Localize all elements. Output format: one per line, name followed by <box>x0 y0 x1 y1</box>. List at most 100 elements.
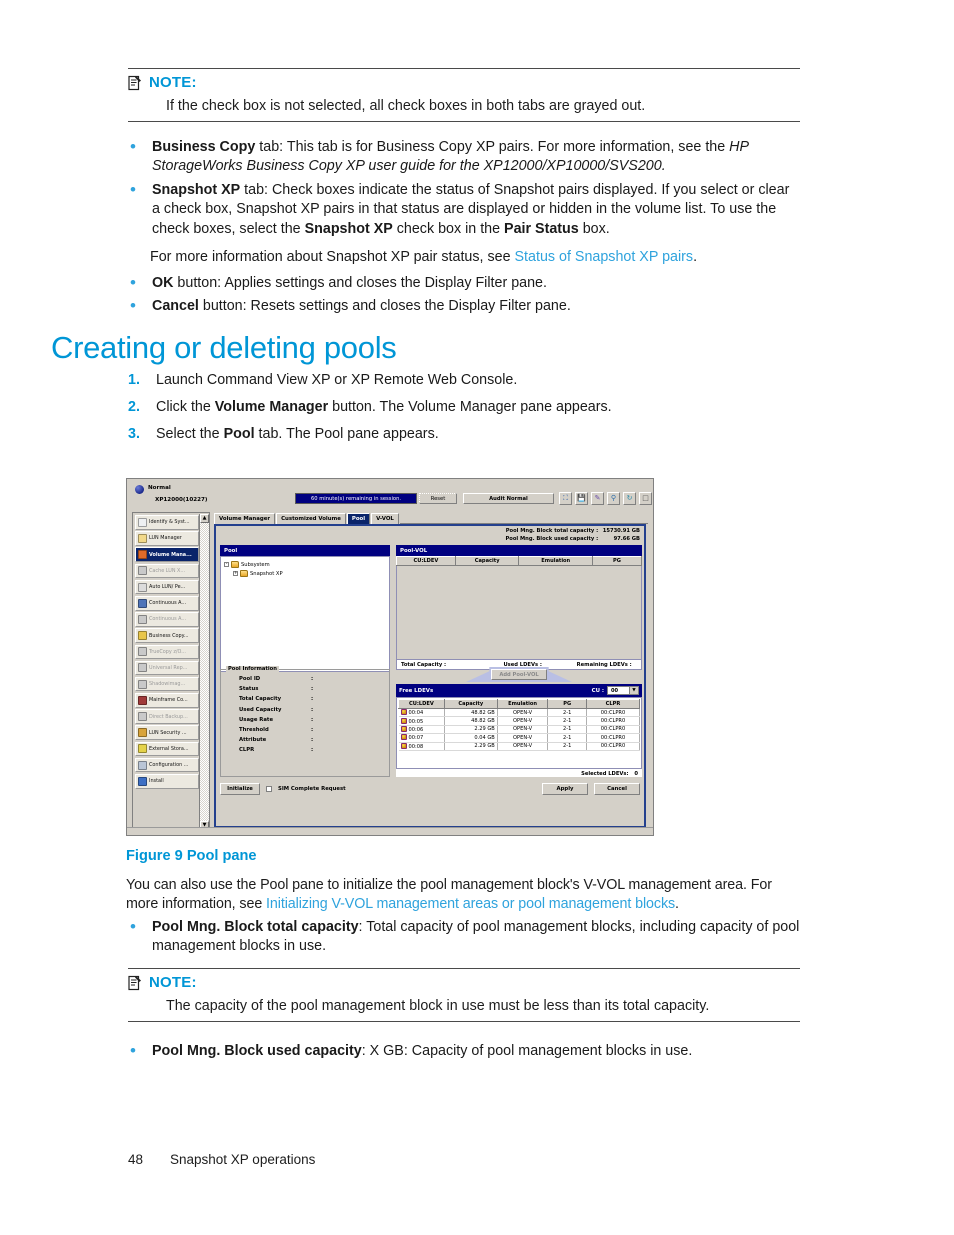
bullet-text: Business Copy tab: This tab is for Busin… <box>152 138 800 176</box>
poolvol-table-body[interactable] <box>396 566 642 659</box>
mainframe-icon <box>138 695 147 705</box>
bullet-rest-2: check box in the <box>392 220 505 237</box>
sidebar-item-list: Identify & Syst... LUN Manager Volume Mana… <box>135 515 199 790</box>
cell-ldev: 00:05 <box>408 718 424 725</box>
tab-customized-volume[interactable]: Customized Volume <box>276 513 346 524</box>
column-header-emulation[interactable]: Emulation <box>518 556 593 566</box>
link-status-of-snapshot-xp-pairs[interactable]: Status of Snapshot XP pairs <box>515 249 694 265</box>
cell-ldev: 00:06 <box>408 726 424 733</box>
step-number: 2. <box>128 399 140 415</box>
column-header-emulation[interactable]: Emulation <box>496 699 549 709</box>
cell-ldev: 00:08 <box>408 743 424 750</box>
table-row[interactable]: 00:07 0.04 GB OPEN-V 2-1 00:CLPR0 <box>398 733 641 743</box>
cell-emulation: OPEN-V <box>497 733 549 743</box>
sidebar-item-label: Continuous A... <box>149 616 187 623</box>
bullet-bold-pair-status: Pair Status <box>504 220 579 237</box>
page-title: Creating or deleting pools <box>51 330 397 365</box>
tab-volume-manager[interactable]: Volume Manager <box>214 513 276 524</box>
pool-info-row-6: Attribute: <box>226 737 384 743</box>
key-icon[interactable]: ✎ <box>591 492 604 505</box>
tab-pool[interactable]: Pool <box>346 513 371 524</box>
column-header-pg[interactable]: PG <box>591 556 643 566</box>
cu-dropdown[interactable]: 00 ▼ <box>607 686 639 695</box>
cancel-button[interactable]: Cancel <box>594 783 640 795</box>
column-header-capacity[interactable]: Capacity <box>454 556 520 566</box>
table-row[interactable]: 00:04 48.82 GB OPEN-V 2-1 00:CLPR0 <box>398 708 641 718</box>
undo-icon[interactable]: ↻ <box>623 492 636 505</box>
configuration-icon <box>138 760 147 770</box>
cell-emulation: OPEN-V <box>497 742 549 751</box>
add-poolvol-button[interactable]: Add Pool-VOL <box>491 669 547 680</box>
sidebar-item-7[interactable]: Business Copy... <box>135 628 199 643</box>
preview-icon[interactable]: ⚲ <box>607 492 620 505</box>
sidebar-item-11[interactable]: Mainframe Co... <box>135 693 199 708</box>
column-header-cu-ldev[interactable]: CU:LDEV <box>398 699 445 709</box>
add-poolvol-area: Add Pool-VOL <box>396 666 642 683</box>
cell-cu-ldev: 00:07 <box>398 733 445 743</box>
exit-icon[interactable]: □ <box>639 492 652 505</box>
reset-button[interactable]: Reset <box>419 493 457 504</box>
tree-node-label: Subsystem <box>241 561 270 568</box>
cell-emulation: OPEN-V <box>497 725 549 735</box>
step-bold: Volume Manager <box>214 399 329 415</box>
numbered-steps: 1. Launch Command View XP or XP Remote W… <box>128 372 800 453</box>
sidebar-item-16[interactable]: Install <box>135 774 199 789</box>
sidebar-item-4[interactable]: Auto LUN/ Pe... <box>135 579 199 595</box>
column-header-cu-ldev[interactable]: CU:LDEV <box>396 556 456 566</box>
business-copy-icon <box>138 631 147 641</box>
sidebar-scrollbar[interactable]: ▲ ▼ <box>199 514 209 830</box>
save-icon[interactable]: 💾 <box>575 492 588 505</box>
refresh-icon[interactable]: ⛶ <box>559 492 572 505</box>
apply-button[interactable]: Apply <box>542 783 588 795</box>
app-sidebar: Identify & Syst... LUN Manager Volume Mana… <box>132 512 210 830</box>
bullet-text: Pool Mng. Block used capacity: X GB: Cap… <box>152 1042 800 1061</box>
tree-node-0[interactable]: - Subsystem <box>224 561 386 568</box>
column-header-clpr[interactable]: CLPR <box>585 699 641 709</box>
expand-icon[interactable]: + <box>233 571 238 576</box>
cell-clpr: 00:CLPR0 <box>586 708 641 718</box>
ldev-volume-icon <box>400 725 407 732</box>
tab-v-vol[interactable]: V-VOL <box>371 513 399 524</box>
column-header-pg[interactable]: PG <box>547 699 587 709</box>
free-ldevs-table-wrap[interactable]: CU:LDEV Capacity Emulation PG CLPR 00:04 48.8… <box>396 697 642 769</box>
capacity-summary: Pool Mng. Block total capacity : 15730.9… <box>505 528 640 544</box>
pool-info-colon: : <box>311 706 314 713</box>
subsystem-label: XP12000(10227) <box>155 497 208 503</box>
sidebar-item-5[interactable]: Continuous A... <box>135 595 199 611</box>
pool-info-row-0: Pool ID: <box>226 676 384 682</box>
cell-clpr: 00:CLPR0 <box>586 716 641 726</box>
pool-mng-total-capacity-label: Pool Mng. Block total capacity : <box>505 528 599 534</box>
scrollbar-track[interactable] <box>200 523 209 821</box>
sidebar-item-1[interactable]: LUN Manager <box>135 531 199 546</box>
sub-para-text: For more information about Snapshot XP p… <box>150 248 515 265</box>
sim-complete-request-checkbox[interactable] <box>266 786 272 792</box>
column-header-capacity[interactable]: Capacity <box>443 699 498 709</box>
initialize-row: Initialize SIM Complete Request <box>220 783 390 795</box>
step-3: 3. Select the Pool tab. The Pool pane ap… <box>128 426 800 442</box>
sidebar-item-14[interactable]: External Stora... <box>135 741 199 757</box>
sidebar-item-13[interactable]: LUN Security ... <box>135 725 199 741</box>
collapse-icon[interactable]: - <box>224 562 229 567</box>
continuous-access-icon <box>138 598 147 608</box>
link-initializing-vvol-management-areas[interactable]: Initializing V-VOL management areas or p… <box>266 896 675 912</box>
figure-caption: Figure 9 Pool pane <box>126 848 257 864</box>
table-row[interactable]: 00:08 2.29 GB OPEN-V 2-1 00:CLPR0 <box>398 742 641 751</box>
chevron-down-icon[interactable]: ▼ <box>629 687 638 694</box>
sidebar-item-0[interactable]: Identify & Syst... <box>135 515 199 530</box>
cell-pg: 2-1 <box>547 725 587 735</box>
pool-info-row-1: Status: <box>226 686 384 692</box>
sidebar-item-label: External Stora... <box>149 745 189 752</box>
initialize-button[interactable]: Initialize <box>220 783 260 795</box>
pool-tree[interactable]: - Subsystem + Snapshot XP <box>220 556 390 672</box>
table-row[interactable]: 00:06 2.29 GB OPEN-V 2-1 00:CLPR0 <box>398 725 641 735</box>
pool-mng-total-capacity-row: Pool Mng. Block total capacity : 15730.9… <box>505 528 640 536</box>
window-horizontal-scrollbar[interactable] <box>127 827 653 835</box>
sidebar-item-8: TrueCopy z/O... <box>135 644 199 660</box>
sidebar-item-15[interactable]: Configuration ... <box>135 757 199 773</box>
table-row[interactable]: 00:05 48.82 GB OPEN-V 2-1 00:CLPR0 <box>398 716 641 726</box>
bullet-marker: • <box>130 180 136 200</box>
scroll-up-arrow-icon[interactable]: ▲ <box>200 514 209 523</box>
tree-node-1[interactable]: + Snapshot XP <box>224 570 386 577</box>
sidebar-item-2[interactable]: Volume Mana... <box>135 547 199 562</box>
audit-status-button[interactable]: Audit Normal <box>463 493 554 504</box>
